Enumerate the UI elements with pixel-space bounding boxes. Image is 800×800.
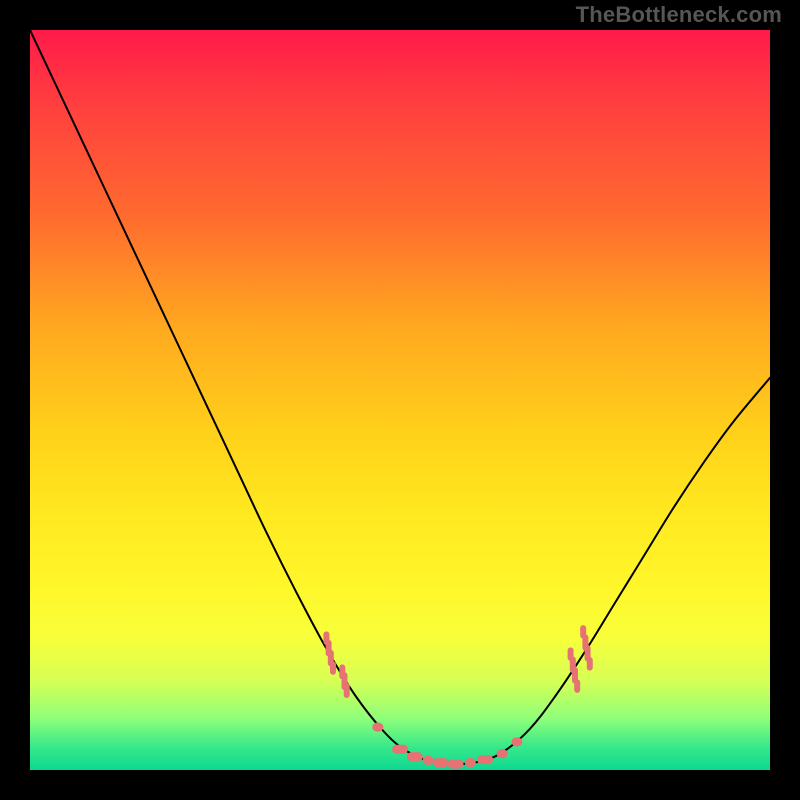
watermark-text: TheBottleneck.com: [576, 2, 782, 28]
highlight-markers: [323, 625, 592, 768]
curve-overlay: [30, 30, 770, 770]
chart-frame: TheBottleneck.com: [0, 0, 800, 800]
plot-panel: [30, 30, 770, 770]
bottleneck-curve: [30, 30, 770, 764]
